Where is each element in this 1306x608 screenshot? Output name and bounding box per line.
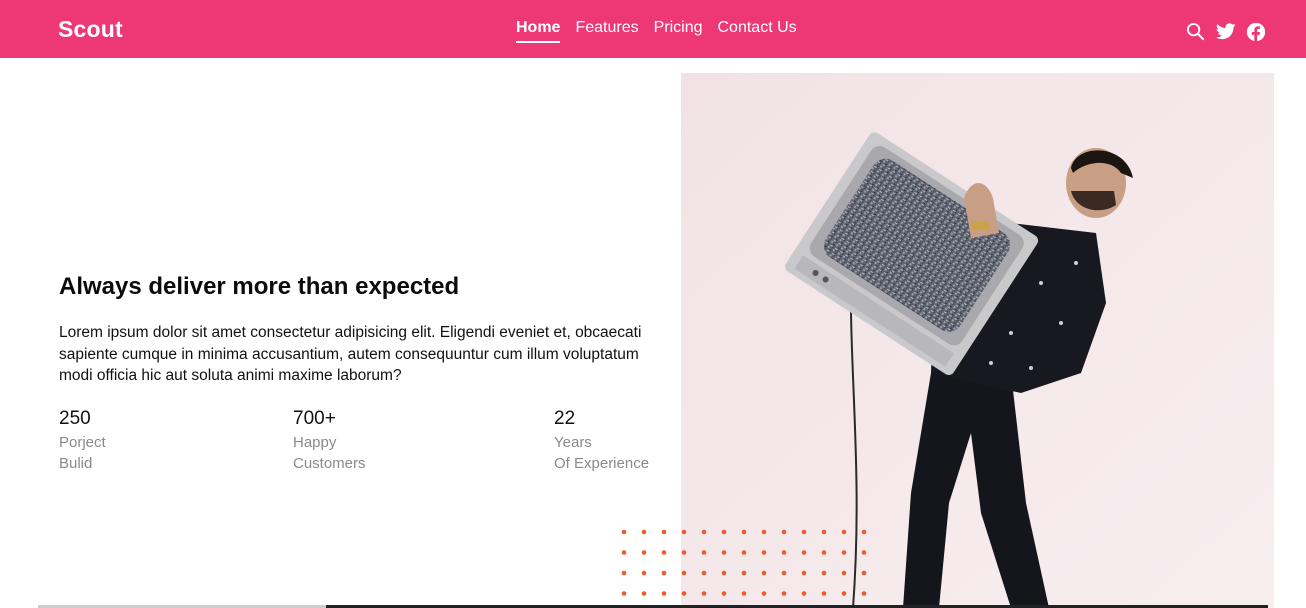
decor-dot [841, 570, 847, 576]
decor-dot [761, 529, 767, 535]
decor-dot [641, 591, 647, 596]
stat-customers: 700+ Happy Customers [293, 408, 366, 474]
nav-link-contact[interactable]: Contact Us [718, 18, 797, 43]
stat-number: 250 [59, 408, 91, 429]
decor-dot [721, 570, 727, 576]
stat-label: Porject Bulid [59, 432, 106, 474]
decor-dot [781, 529, 787, 535]
decor-dot [701, 591, 707, 596]
decor-dot [801, 529, 807, 535]
nav-link-pricing[interactable]: Pricing [654, 18, 703, 43]
decor-dot [721, 591, 727, 596]
main-nav: Home Features Pricing Contact Us [516, 18, 797, 43]
facebook-icon[interactable] [1245, 21, 1266, 42]
top-navbar: Scout Home Features Pricing Contact Us [0, 0, 1306, 58]
decor-dot [801, 570, 807, 576]
decor-dot [801, 591, 807, 596]
decor-dot [661, 550, 667, 555]
stat-label-line: Bulid [59, 455, 93, 472]
decor-dot [741, 529, 747, 535]
stat-label-line: Happy [293, 434, 337, 451]
decor-dot [761, 570, 767, 576]
hero-description: Lorem ipsum dolor sit amet consectetur a… [59, 324, 642, 384]
decor-dot [821, 550, 827, 555]
decor-dot [781, 550, 787, 555]
decor-dot [721, 529, 727, 535]
stat-label: Happy Customers [293, 432, 366, 474]
nav-link-features[interactable]: Features [575, 18, 638, 43]
search-icon[interactable] [1185, 21, 1206, 42]
decorative-dots [621, 529, 867, 596]
stat-number: 700+ [293, 408, 336, 429]
decor-dot [861, 529, 867, 535]
hero-title: Always deliver more than expected [59, 273, 460, 300]
decor-dot [701, 550, 707, 555]
decor-dot [781, 570, 787, 576]
decor-dot [641, 570, 647, 576]
stat-experience: 22 Years Of Experience [554, 408, 649, 474]
decor-dot [821, 570, 827, 576]
decor-dot [741, 550, 747, 555]
decor-dot [741, 591, 747, 596]
twitter-icon[interactable] [1215, 21, 1236, 42]
decor-dot [861, 550, 867, 555]
nav-icons [1185, 21, 1266, 42]
decor-dot [621, 529, 627, 535]
stat-label-line: Customers [293, 455, 366, 472]
decor-dot [861, 570, 867, 576]
decor-dot [761, 550, 767, 555]
stat-number: 22 [554, 408, 576, 429]
decor-dot [841, 529, 847, 535]
decor-dot [621, 591, 627, 596]
decor-dot [861, 591, 867, 596]
decor-dot [641, 529, 647, 535]
decor-dot [641, 550, 647, 555]
decor-dot [841, 550, 847, 555]
decor-dot [621, 570, 627, 576]
decor-dot [821, 591, 827, 596]
decor-dot [681, 570, 687, 576]
nav-link-home[interactable]: Home [516, 18, 561, 43]
decor-dot [821, 529, 827, 535]
stat-label-line: Years [554, 434, 592, 451]
decor-dot [681, 529, 687, 535]
decor-dot [681, 550, 687, 555]
decor-dot [661, 529, 667, 535]
decor-dot [681, 591, 687, 596]
decor-dot [761, 591, 767, 596]
stat-projects: 250 Porject Bulid [59, 408, 106, 474]
decor-dot [781, 591, 787, 596]
decor-dot [841, 591, 847, 596]
decor-dot [741, 570, 747, 576]
decor-dot [801, 550, 807, 555]
brand-logo[interactable]: Scout [58, 16, 123, 43]
decor-dot [701, 529, 707, 535]
stat-label-line: Of Experience [554, 455, 650, 472]
decor-dot [661, 570, 667, 576]
decor-dot [661, 591, 667, 596]
decor-dot [721, 550, 727, 555]
stat-label-line: Porject [59, 434, 106, 451]
decor-dot [621, 550, 627, 555]
stat-label: Years Of Experience [554, 432, 649, 474]
decor-dot [701, 570, 707, 576]
